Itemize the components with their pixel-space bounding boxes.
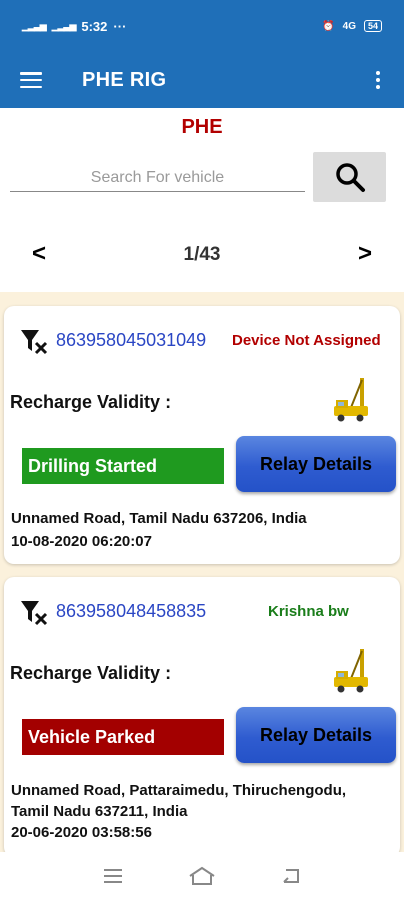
vehicle-timestamp: 20-06-2020 03:58:56	[11, 824, 152, 841]
vehicle-name: Krishna bw	[268, 603, 349, 620]
drilling-rig-icon	[334, 649, 368, 693]
vehicle-imei[interactable]: 863958048458835	[56, 601, 206, 622]
status-time: 5:32	[81, 18, 108, 34]
home-icon[interactable]	[188, 866, 216, 886]
alarm-icon: ⏰	[322, 20, 335, 32]
no-sim-icon	[21, 601, 48, 626]
recent-apps-icon[interactable]	[102, 867, 124, 885]
app-bar: ▁▂▃▅ ▁▂▃▅ 5:32 ··· ⏰ 4G 54 PHE RIG	[0, 0, 404, 108]
signal-icon: ▁▂▃▅	[51, 20, 77, 31]
no-sim-icon	[21, 330, 48, 355]
vehicle-imei[interactable]: 863958045031049	[56, 330, 206, 351]
back-icon[interactable]	[280, 867, 302, 885]
recharge-validity-label: Recharge Validity :	[10, 663, 172, 683]
vehicle-state-badge: Vehicle Parked	[22, 719, 224, 755]
search-icon	[335, 163, 365, 192]
drilling-rig-icon	[334, 378, 368, 422]
section-title: PHE	[181, 116, 223, 138]
status-bar: ▁▂▃▅ ▁▂▃▅ 5:32 ··· ⏰ 4G 54	[0, 0, 404, 52]
battery-icon: 54	[363, 20, 382, 32]
vehicle-address: Unnamed Road, Tamil Nadu 637206, India	[11, 510, 307, 527]
more-vert-icon[interactable]	[368, 70, 388, 90]
vehicle-address-line2: Tamil Nadu 637211, India	[11, 803, 188, 820]
status-more: ···	[113, 18, 127, 34]
device-status: Device Not Assigned	[232, 332, 381, 349]
system-nav-bar	[0, 852, 404, 900]
network-label: 4G	[342, 20, 356, 32]
relay-details-button[interactable]: Relay Details	[236, 707, 396, 763]
menu-icon[interactable]	[20, 72, 42, 88]
signal-icon: ▁▂▃▅	[22, 20, 47, 31]
vehicle-timestamp: 10-08-2020 06:20:07	[11, 533, 152, 550]
relay-details-button[interactable]: Relay Details	[236, 436, 396, 492]
search-input[interactable]	[10, 164, 305, 192]
recharge-validity-label: Recharge Validity :	[10, 392, 172, 412]
pagination: < 1/43 >	[0, 240, 404, 272]
vehicle-card[interactable]: 863958048458835 Krishna bw Recharge Vali…	[4, 577, 400, 852]
vehicle-card[interactable]: 863958045031049 Device Not Assigned Rech…	[4, 306, 400, 564]
search-button[interactable]	[313, 152, 386, 202]
vehicle-state-badge: Drilling Started	[22, 448, 224, 484]
vehicle-list[interactable]: 863958045031049 Device Not Assigned Rech…	[0, 292, 404, 852]
vehicle-address: Unnamed Road, Pattaraimedu, Thiruchengod…	[11, 782, 347, 799]
app-title: PHE RIG	[82, 68, 167, 91]
page-indicator: 1/43	[183, 244, 221, 265]
next-page-button[interactable]: >	[358, 240, 372, 268]
